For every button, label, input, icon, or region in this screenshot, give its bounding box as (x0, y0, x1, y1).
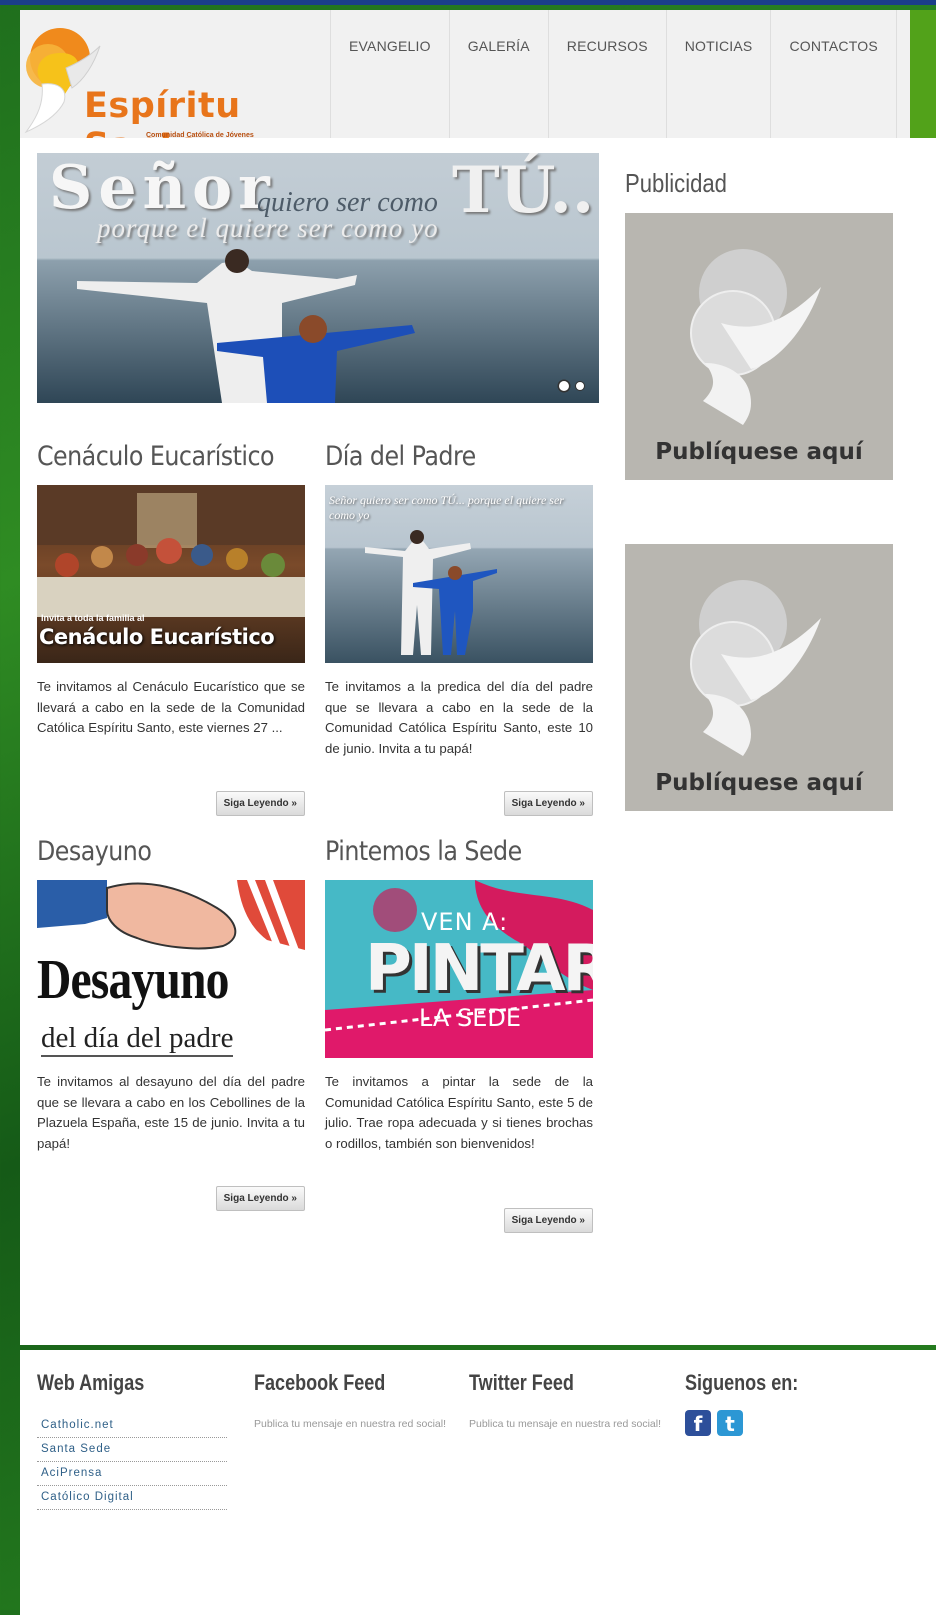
post-image[interactable]: VEN A: PINTAR LA SEDE (325, 880, 593, 1058)
post-image-caption-small: del día del padre (41, 1022, 234, 1057)
footer-title: Siguenos en: (685, 1370, 799, 1395)
footer-social: Siguenos en: f t (685, 1370, 885, 1436)
twitter-feed-text: Publica tu mensaje en nuestra red social… (469, 1418, 662, 1430)
site-header: Espíritu Santo Comunidad Católica de Jóv… (20, 10, 936, 166)
nav-noticias[interactable]: NOTICIAS (665, 10, 771, 138)
slide-headline-4: porque el quiere ser como yo (97, 213, 439, 243)
main-nav: EVANGELIO GALERÍA RECURSOS NOTICIAS CONT… (330, 10, 897, 138)
footer-title: Facebook Feed (254, 1370, 386, 1395)
read-more-button[interactable]: Siga Leyendo » (503, 791, 593, 816)
post-excerpt: Te invitamos al desayuno del día del pad… (37, 1074, 305, 1151)
nav-galeria[interactable]: GALERÍA (448, 10, 548, 138)
slider-dot-2[interactable] (575, 381, 585, 391)
post-cenaculo: Cenáculo Eucarístico Invita a toda la fa… (37, 441, 305, 821)
ad-banner-2[interactable]: Publíquese aquí (625, 544, 893, 811)
slide-headline-3: TÚ... (452, 153, 599, 228)
read-more-button[interactable]: Siga Leyendo » (215, 791, 305, 816)
post-desayuno: Desayuno Desayuno del día del padre Te i… (37, 836, 305, 1226)
slider-pagination (559, 381, 585, 391)
post-title[interactable]: Día del Padre (325, 441, 561, 485)
post-image[interactable]: Señor quiero ser como TÚ... porque el qu… (325, 485, 593, 663)
post-excerpt: Te invitamos a la predica del día del pa… (325, 679, 593, 756)
footer-link-santa-sede[interactable]: Santa Sede (37, 1438, 227, 1462)
read-more-button[interactable]: Siga Leyendo » (503, 1208, 593, 1233)
ad-banner-1[interactable]: Publíquese aquí (625, 213, 893, 480)
ad-label: Publíquese aquí (655, 770, 863, 796)
footer-web-amigas: Web Amigas Catholic.net Santa Sede AciPr… (37, 1370, 237, 1510)
page-frame: Espíritu Santo Comunidad Católica de Jóv… (20, 5, 936, 1615)
footer-link-catholic-net[interactable]: Catholic.net (37, 1414, 227, 1438)
post-image[interactable]: Invita a toda la familia al Cenáculo Euc… (37, 485, 305, 663)
footer-twitter-feed: Twitter Feed Publica tu mensaje en nuest… (469, 1370, 669, 1434)
footer-title: Twitter Feed (469, 1370, 574, 1395)
read-more-button[interactable]: Siga Leyendo » (215, 1186, 305, 1211)
site-footer: Web Amigas Catholic.net Santa Sede AciPr… (20, 1350, 936, 1615)
post-image-caption: Cenáculo Eucarístico (39, 625, 275, 649)
facebook-icon[interactable]: f (685, 1410, 711, 1436)
sidebar-title: Publicidad (625, 168, 727, 198)
post-title[interactable]: Desayuno (37, 836, 273, 880)
footer-link-catolico-digital[interactable]: Católico Digital (37, 1486, 227, 1510)
footer-link-aciprensa[interactable]: AciPrensa (37, 1462, 227, 1486)
main-content: Señor quiero ser como TÚ... porque el qu… (20, 138, 936, 1345)
site-logo[interactable]: Espíritu Santo Comunidad Católica de Jóv… (22, 24, 352, 166)
twitter-icon[interactable]: t (717, 1410, 743, 1436)
post-image-caption-small: Invita a toda la familia al (41, 613, 145, 623)
post-image-caption: Desayuno (37, 949, 229, 1011)
post-title[interactable]: Cenáculo Eucarístico (37, 441, 275, 485)
nav-recursos[interactable]: RECURSOS (547, 10, 666, 138)
header-accent (910, 10, 936, 138)
ad-label: Publíquese aquí (655, 439, 863, 465)
post-excerpt: Te invitamos a pintar la sede de la Comu… (325, 1074, 593, 1151)
post-image-caption: Señor quiero ser como TÚ... porque el qu… (329, 493, 564, 522)
social-icons: f t (685, 1410, 885, 1436)
image-slider[interactable]: Señor quiero ser como TÚ... porque el qu… (37, 153, 599, 403)
post-image[interactable]: Desayuno del día del padre (37, 880, 305, 1058)
post-pintemos-la-sede: Pintemos la Sede VEN A: PINTAR LA SEDE T… (325, 836, 593, 1236)
post-image-caption: PINTAR (365, 932, 593, 1006)
footer-title: Web Amigas (37, 1370, 145, 1395)
facebook-feed-text: Publica tu mensaje en nuestra red social… (254, 1418, 447, 1430)
nav-contactos[interactable]: CONTACTOS (770, 10, 897, 138)
post-excerpt: Te invitamos al Cenáculo Eucarístico que… (37, 679, 305, 735)
post-image-caption-small: LA SEDE (419, 1004, 522, 1032)
post-dia-del-padre: Día del Padre Señor quiero ser como TÚ..… (325, 441, 593, 821)
nav-evangelio[interactable]: EVANGELIO (330, 10, 449, 138)
footer-facebook-feed: Facebook Feed Publica tu mensaje en nues… (254, 1370, 454, 1434)
slider-dot-1[interactable] (559, 381, 569, 391)
post-title[interactable]: Pintemos la Sede (325, 836, 561, 880)
